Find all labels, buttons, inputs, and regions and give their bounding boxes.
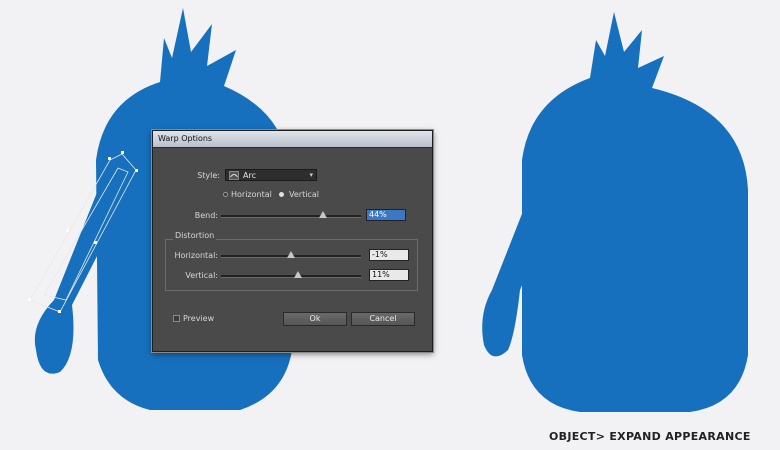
distortion-horizontal-thumb[interactable] [287, 251, 295, 258]
bend-label: Bend: [194, 211, 218, 220]
distortion-group [165, 239, 418, 291]
arc-warp-icon [229, 171, 239, 180]
chevron-down-icon: ▾ [309, 171, 313, 179]
caption: OBJECT> EXPAND APPEARANCE [549, 430, 751, 443]
distortion-vertical-field[interactable]: 11% [369, 269, 409, 281]
distortion-vertical-label: Vertical: [185, 271, 218, 280]
preview-checkbox[interactable] [173, 315, 180, 322]
style-select-value: Arc [243, 171, 256, 180]
style-label: Style: [197, 171, 220, 180]
warp-options-dialog: Warp Options Style: Arc ▾ Horizontal Ver… [152, 130, 433, 352]
dialog-titlebar[interactable]: Warp Options [153, 131, 432, 148]
ok-button[interactable]: Ok [283, 312, 347, 326]
bend-slider-track[interactable] [221, 215, 361, 218]
distortion-horizontal-field[interactable]: -1% [369, 249, 409, 261]
monster-right [482, 12, 748, 412]
preview-label: Preview [183, 314, 215, 323]
cancel-button[interactable]: Cancel [351, 312, 415, 326]
vertical-radio[interactable] [279, 192, 284, 197]
bend-slider-thumb[interactable] [319, 211, 327, 218]
vertical-radio-label: Vertical [289, 190, 319, 199]
distortion-group-label: Distortion [173, 231, 217, 240]
horizontal-radio[interactable] [223, 192, 228, 197]
dialog-title: Warp Options [158, 134, 213, 143]
bend-value-field[interactable]: 44% [366, 209, 406, 221]
distortion-vertical-track[interactable] [221, 275, 361, 278]
style-select[interactable]: Arc ▾ [225, 169, 317, 181]
horizontal-radio-label: Horizontal [231, 190, 272, 199]
distortion-horizontal-label: Horizontal: [174, 251, 218, 260]
distortion-vertical-thumb[interactable] [294, 271, 302, 278]
